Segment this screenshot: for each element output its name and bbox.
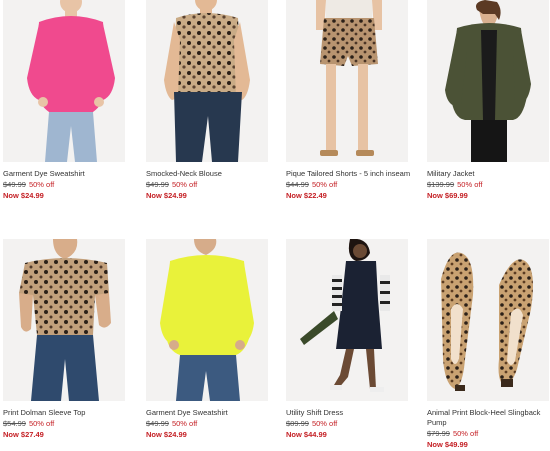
product-card[interactable]: Smocked-Neck Blouse $49.99 50% off Now $2…	[146, 0, 268, 201]
original-price: $49.99	[146, 180, 169, 189]
product-name[interactable]: Military Jacket	[427, 169, 549, 179]
product-card[interactable]: Animal Print Block-Heel Slingback Pump $…	[427, 239, 549, 450]
product-image[interactable]	[427, 0, 549, 162]
product-card[interactable]: Garment Dye Sweatshirt $49.99 50% off Now…	[146, 239, 268, 440]
discount-label: 50% off	[171, 419, 198, 428]
product-card[interactable]: Utility Shift Dress $89.99 50% off Now $4…	[286, 239, 408, 440]
price-row: $49.99 50% off	[146, 180, 268, 190]
sale-price: Now $24.99	[3, 191, 44, 200]
product-name[interactable]: Garment Dye Sweatshirt	[146, 408, 268, 418]
price-row: $54.99 50% off	[3, 419, 125, 429]
sale-price: Now $24.99	[146, 430, 187, 439]
product-image[interactable]	[427, 239, 549, 401]
discount-label: 50% off	[457, 180, 483, 189]
product-image[interactable]	[3, 0, 125, 162]
original-price: $79.99	[427, 429, 450, 438]
product-name[interactable]: Smocked-Neck Blouse	[146, 169, 268, 179]
product-image[interactable]	[146, 0, 268, 162]
discount-label: 50% off	[452, 429, 479, 438]
product-card[interactable]: Garment Dye Sweatshirt $49.99 50% off Now…	[3, 0, 125, 201]
product-name[interactable]: Garment Dye Sweatshirt	[3, 169, 125, 179]
product-name[interactable]: Animal Print Block-Heel Slingback Pump	[427, 408, 549, 428]
product-card[interactable]: Military Jacket $139.99 50% off Now $69.9…	[427, 0, 549, 201]
price-row: $49.99 50% off	[3, 180, 125, 190]
sale-price: Now $22.49	[286, 191, 327, 200]
original-price: $44.99	[286, 180, 309, 189]
original-price: $139.99	[427, 180, 455, 189]
price-row: $79.99 50% off	[427, 429, 549, 439]
discount-label: 50% off	[311, 419, 338, 428]
sale-price: Now $49.99	[427, 440, 468, 449]
sale-price: Now $69.99	[427, 191, 468, 200]
original-price: $89.99	[286, 419, 309, 428]
original-price: $54.99	[3, 419, 26, 428]
discount-label: 50% off	[171, 180, 198, 189]
product-card[interactable]: Pique Tailored Shorts - 5 inch inseam $4…	[286, 0, 410, 201]
price-row: $139.99 50% off	[427, 180, 549, 190]
price-row: $49.99 50% off	[146, 419, 268, 429]
product-image[interactable]	[3, 239, 125, 401]
product-image[interactable]	[146, 239, 268, 401]
discount-label: 50% off	[28, 419, 55, 428]
sale-price: Now $44.99	[286, 430, 327, 439]
product-name[interactable]: Utility Shift Dress	[286, 408, 408, 418]
discount-label: 50% off	[28, 180, 55, 189]
product-card[interactable]: Print Dolman Sleeve Top $54.99 50% off No…	[3, 239, 125, 440]
original-price: $49.99	[146, 419, 169, 428]
sale-price: Now $24.99	[146, 191, 187, 200]
product-image[interactable]	[286, 239, 408, 401]
discount-label: 50% off	[311, 180, 338, 189]
original-price: $49.99	[3, 180, 26, 189]
price-row: $89.99 50% off	[286, 419, 408, 429]
sale-price: Now $27.49	[3, 430, 44, 439]
price-row: $44.99 50% off	[286, 180, 408, 190]
product-name[interactable]: Pique Tailored Shorts - 5 inch inseam	[286, 169, 410, 179]
product-image[interactable]	[286, 0, 408, 162]
product-name[interactable]: Print Dolman Sleeve Top	[3, 408, 125, 418]
